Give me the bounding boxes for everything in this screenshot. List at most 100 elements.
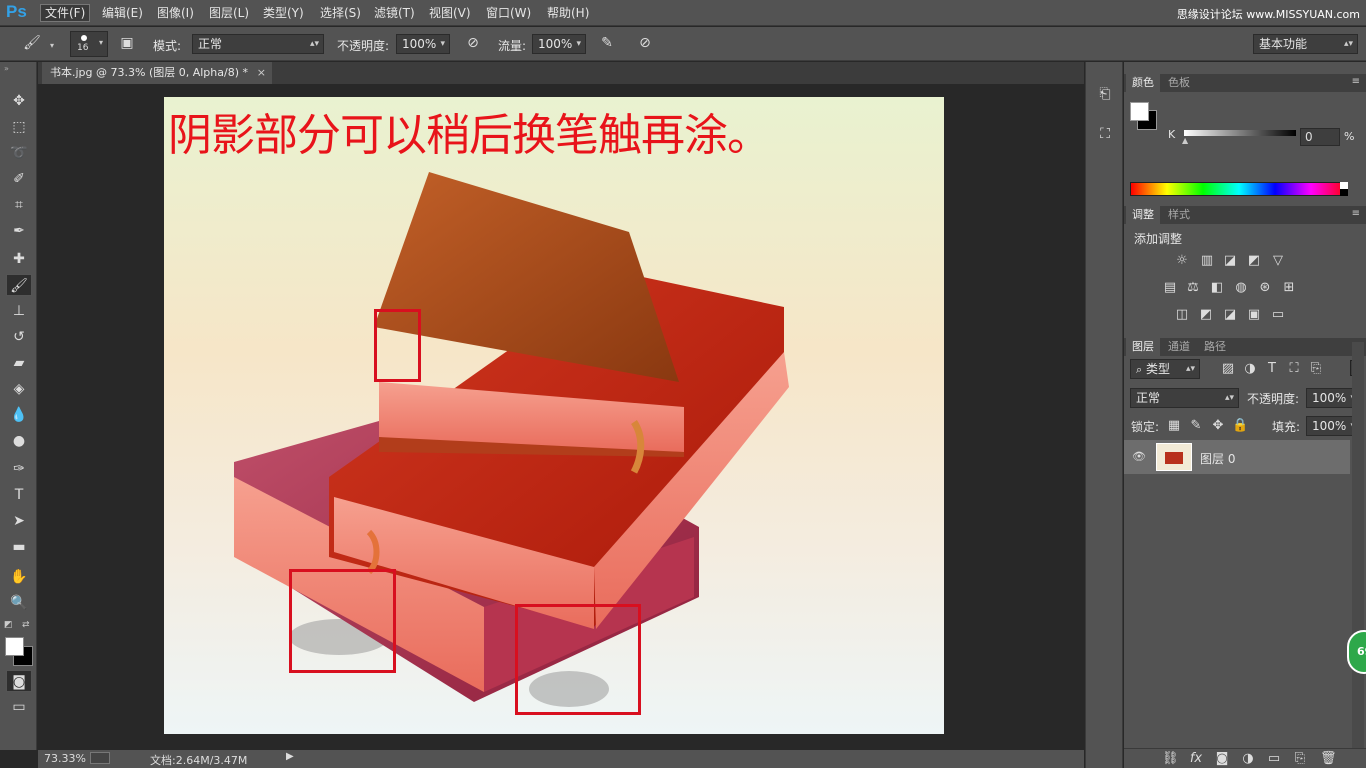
path-select-tool-icon[interactable]: ➤ bbox=[6, 510, 32, 532]
shape-filter-icon[interactable]: ⛶ bbox=[1286, 362, 1302, 376]
brightness-icon[interactable]: ☼ bbox=[1174, 254, 1190, 268]
add-mask-icon[interactable]: ◙ bbox=[1214, 752, 1230, 766]
swap-colors-icon[interactable]: ⇄ bbox=[22, 620, 30, 630]
eyedropper-tool-icon[interactable]: ✒ bbox=[6, 220, 32, 242]
chevron-down-icon[interactable]: ▾ bbox=[50, 41, 54, 50]
new-adjustment-icon[interactable]: ◑ bbox=[1240, 752, 1256, 766]
flow-input[interactable]: 100% ▾ bbox=[532, 34, 586, 54]
menu-layer[interactable]: 图层(L) bbox=[205, 4, 253, 22]
quick-select-tool-icon[interactable]: ✐ bbox=[6, 168, 32, 190]
spectrum-black[interactable] bbox=[1340, 189, 1348, 196]
brush-tool-icon[interactable]: 🖌 bbox=[20, 35, 44, 51]
move-tool-icon[interactable]: ✥ bbox=[6, 90, 32, 112]
floating-badge[interactable]: 69 bbox=[1347, 630, 1366, 674]
lasso-tool-icon[interactable]: ➰ bbox=[6, 142, 32, 164]
panel-scrollbar[interactable] bbox=[1352, 342, 1364, 752]
type-filter-icon[interactable]: T bbox=[1264, 362, 1280, 376]
lock-position-icon[interactable]: ✥ bbox=[1210, 419, 1226, 433]
levels-icon[interactable]: ▥ bbox=[1199, 254, 1215, 268]
black-white-icon[interactable]: ◧ bbox=[1209, 281, 1225, 295]
brush-preset-picker[interactable]: 16 ▾ bbox=[70, 31, 108, 57]
menu-select[interactable]: 选择(S) bbox=[316, 4, 365, 22]
dodge-tool-icon[interactable]: ● bbox=[6, 430, 32, 452]
spectrum-white[interactable] bbox=[1340, 182, 1348, 189]
smart-object-filter-icon[interactable]: ⎘ bbox=[1308, 362, 1324, 376]
k-value-input[interactable]: 0 bbox=[1300, 128, 1340, 146]
tab-channels[interactable]: 通道 bbox=[1162, 338, 1196, 356]
healing-brush-tool-icon[interactable]: ✚ bbox=[6, 248, 32, 270]
document-tab[interactable]: 书本.jpg @ 73.3% (图层 0, Alpha/8) * × bbox=[42, 62, 272, 84]
workspace-select[interactable]: 基本功能 ▴▾ bbox=[1253, 34, 1358, 54]
crop-tool-icon[interactable]: ⌗ bbox=[6, 194, 32, 216]
vibrance-icon[interactable]: ▽ bbox=[1270, 254, 1286, 268]
curves-icon[interactable]: ◪ bbox=[1222, 254, 1238, 268]
tab-adjustments[interactable]: 调整 bbox=[1126, 206, 1160, 224]
color-lookup-icon[interactable]: ⊞ bbox=[1281, 281, 1297, 295]
menu-image[interactable]: 图像(I) bbox=[153, 4, 198, 22]
eraser-tool-icon[interactable]: ▰ bbox=[6, 352, 32, 374]
opacity-input[interactable]: 100% ▾ bbox=[396, 34, 450, 54]
brush-tool-icon[interactable]: 🖌 bbox=[6, 274, 32, 296]
panel-menu-icon[interactable]: ≡ bbox=[1352, 76, 1360, 87]
tab-swatches[interactable]: 色板 bbox=[1162, 74, 1196, 92]
color-spectrum[interactable] bbox=[1130, 182, 1348, 196]
foreground-color-swatch[interactable] bbox=[1130, 102, 1149, 121]
blend-mode-select[interactable]: 正常 ▴▾ bbox=[1130, 388, 1239, 408]
paint-bucket-tool-icon[interactable]: ◈ bbox=[6, 378, 32, 400]
panel-menu-icon[interactable]: ≡ bbox=[1352, 208, 1360, 219]
play-icon[interactable]: ▶ bbox=[286, 751, 294, 762]
document-canvas[interactable]: 阴影部分可以稍后换笔触再涂。 bbox=[164, 97, 944, 734]
exposure-icon[interactable]: ◩ bbox=[1246, 254, 1262, 268]
menu-filter[interactable]: 滤镜(T) bbox=[370, 4, 419, 22]
type-tool-icon[interactable]: T bbox=[6, 484, 32, 506]
history-panel-icon[interactable]: ⎗ bbox=[1094, 86, 1116, 102]
pen-tool-icon[interactable]: ✑ bbox=[6, 458, 32, 480]
zoom-level[interactable]: 73.33% bbox=[44, 752, 86, 765]
posterize-icon[interactable]: ◩ bbox=[1198, 308, 1214, 322]
layer-filter-select[interactable]: ⌕ 类型 ▴▾ bbox=[1130, 359, 1200, 379]
brush-panel-icon[interactable]: ▣ bbox=[116, 35, 138, 51]
selective-color-icon[interactable]: ▣ bbox=[1246, 308, 1262, 322]
pixel-filter-icon[interactable]: ▨ bbox=[1220, 362, 1236, 376]
pressure-size-icon[interactable]: ⊘ bbox=[634, 35, 656, 51]
gradient-map-icon[interactable]: ▭ bbox=[1270, 308, 1286, 322]
new-group-icon[interactable]: ▭ bbox=[1266, 752, 1282, 766]
adjustment-filter-icon[interactable]: ◑ bbox=[1242, 362, 1258, 376]
airbrush-icon[interactable]: ✎ bbox=[596, 35, 618, 51]
close-icon[interactable]: × bbox=[257, 62, 266, 84]
mode-select[interactable]: 正常 ▴▾ bbox=[192, 34, 324, 54]
hand-tool-icon[interactable]: ✋ bbox=[6, 566, 32, 588]
blur-tool-icon[interactable]: 💧 bbox=[6, 404, 32, 426]
fx-icon[interactable]: fx bbox=[1188, 752, 1204, 766]
channel-mixer-icon[interactable]: ⊛ bbox=[1257, 281, 1273, 295]
lock-all-icon[interactable]: 🔒 bbox=[1232, 419, 1248, 433]
eye-icon[interactable]: 👁 bbox=[1132, 450, 1146, 463]
hue-saturation-icon[interactable]: ▤ bbox=[1162, 281, 1178, 295]
menu-edit[interactable]: 编辑(E) bbox=[98, 4, 147, 22]
new-layer-icon[interactable]: ⎘ bbox=[1292, 752, 1308, 766]
tab-styles[interactable]: 样式 bbox=[1162, 206, 1196, 224]
marquee-tool-icon[interactable]: ⬚ bbox=[6, 116, 32, 138]
screen-mode-icon[interactable]: ▭ bbox=[6, 696, 32, 718]
photo-filter-icon[interactable]: ◍ bbox=[1233, 281, 1249, 295]
default-colors-icon[interactable]: ◩ bbox=[4, 620, 13, 630]
lock-pixels-icon[interactable]: ✎ bbox=[1188, 419, 1204, 433]
trash-icon[interactable]: 🗑 bbox=[1320, 752, 1337, 766]
link-layers-icon[interactable]: ⛓ bbox=[1162, 752, 1179, 766]
collapse-icon[interactable]: » bbox=[4, 64, 9, 73]
quick-mask-icon[interactable]: ◙ bbox=[6, 670, 32, 692]
layer-row[interactable]: 👁 图层 0 bbox=[1124, 440, 1350, 474]
color-balance-icon[interactable]: ⚖ bbox=[1185, 281, 1201, 295]
shape-tool-icon[interactable]: ▬ bbox=[6, 536, 32, 558]
menu-view[interactable]: 视图(V) bbox=[425, 4, 475, 22]
history-brush-tool-icon[interactable]: ↺ bbox=[6, 326, 32, 348]
zoom-tool-icon[interactable]: 🔍 bbox=[6, 592, 32, 614]
stamp-tool-icon[interactable]: ⊥ bbox=[6, 300, 32, 322]
tab-color[interactable]: 颜色 bbox=[1126, 74, 1160, 92]
tab-paths[interactable]: 路径 bbox=[1198, 338, 1232, 356]
tab-layers[interactable]: 图层 bbox=[1126, 338, 1160, 356]
pressure-opacity-icon[interactable]: ⊘ bbox=[462, 35, 484, 51]
layer-name[interactable]: 图层 0 bbox=[1200, 450, 1235, 467]
foreground-color-swatch[interactable] bbox=[5, 637, 24, 656]
menu-type[interactable]: 类型(Y) bbox=[259, 4, 308, 22]
